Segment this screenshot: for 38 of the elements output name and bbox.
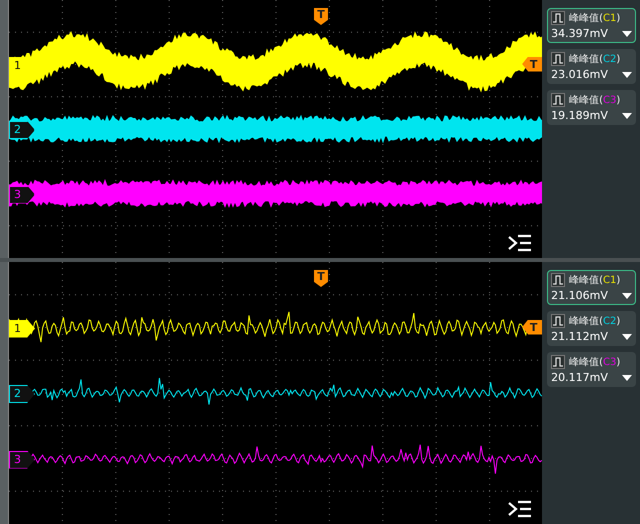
measurement-label: 峰峰值(C2) (569, 315, 620, 328)
caret-icon[interactable] (622, 30, 632, 36)
caret-icon[interactable] (622, 334, 632, 340)
menu-icon[interactable] (508, 500, 532, 518)
measurement-value: 23.016mV (551, 68, 608, 81)
caret-icon[interactable] (622, 72, 632, 78)
caret-icon[interactable] (622, 112, 632, 118)
measurement-value: 21.106mV (551, 289, 608, 302)
measurement-card[interactable]: 峰峰值(C2) 23.016mV (547, 49, 636, 84)
caret-icon[interactable] (622, 374, 632, 380)
measurement-card[interactable]: 峰峰值(C3) 19.189mV (547, 90, 636, 125)
measurement-label: 峰峰值(C1) (569, 12, 620, 25)
pulse-icon (551, 52, 566, 66)
measurement-value: 19.189mV (551, 109, 608, 122)
measurement-card[interactable]: 峰峰值(C1) 34.397mV (547, 8, 636, 43)
pulse-icon (551, 314, 566, 328)
channel-marker[interactable]: 2 (8, 385, 35, 403)
measurement-label: 峰峰值(C3) (569, 94, 620, 107)
channel-marker[interactable]: 3 (8, 450, 35, 468)
measurement-card[interactable]: 峰峰值(C1) 21.106mV (547, 270, 636, 305)
caret-icon[interactable] (622, 292, 632, 298)
pulse-icon (551, 355, 566, 369)
measurement-label: 峰峰值(C3) (569, 356, 620, 369)
measurement-card[interactable]: 峰峰值(C3) 20.117mV (547, 352, 636, 387)
measurement-value: 20.117mV (551, 371, 608, 384)
trigger-position-marker[interactable]: T (314, 8, 328, 25)
pulse-icon (551, 273, 566, 287)
measurement-value: 34.397mV (551, 27, 608, 40)
measurement-label: 峰峰值(C1) (569, 274, 620, 287)
pulse-icon (551, 93, 566, 107)
trigger-level-marker[interactable]: T (522, 320, 542, 334)
trigger-position-marker[interactable]: T (314, 270, 328, 287)
measurement-card[interactable]: 峰峰值(C2) 21.112mV (547, 311, 636, 346)
measurement-label: 峰峰值(C2) (569, 53, 620, 66)
measurement-value: 21.112mV (551, 330, 608, 343)
menu-icon[interactable] (508, 234, 532, 252)
pulse-icon (551, 11, 566, 25)
channel-marker[interactable]: 1 (8, 320, 35, 338)
